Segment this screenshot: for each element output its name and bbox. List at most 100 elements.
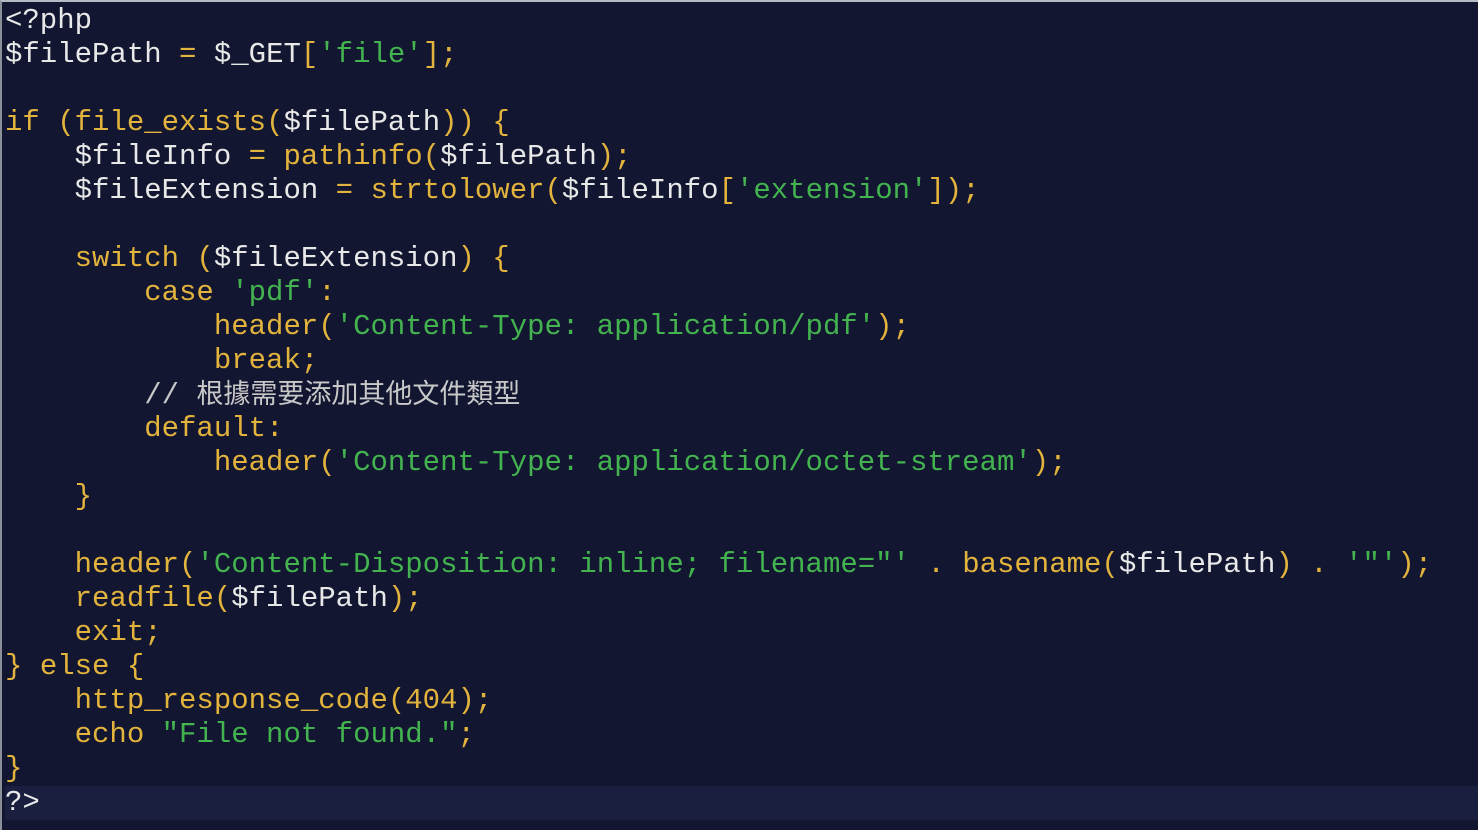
code-line[interactable]: $fileExtension = strtolower($fileInfo['e… bbox=[5, 174, 1478, 208]
code-token: $fileExtension bbox=[5, 174, 319, 207]
code-token: $filePath bbox=[231, 582, 388, 615]
code-token: ( bbox=[422, 140, 441, 173]
code-token: file_exists bbox=[74, 106, 267, 139]
code-line[interactable]: header('Content-Type: application/pdf'); bbox=[5, 310, 1478, 344]
code-token: : bbox=[266, 412, 284, 445]
code-token: ( bbox=[1101, 548, 1119, 581]
code-token: 'pdf' bbox=[231, 276, 319, 309]
code-token: ); bbox=[387, 582, 423, 615]
code-token: $filePath bbox=[5, 38, 162, 71]
code-token: ( bbox=[318, 310, 336, 343]
code-token: header bbox=[5, 446, 319, 479]
code-token: ); bbox=[875, 310, 910, 343]
code-token: [ bbox=[300, 38, 319, 71]
code-token: readfile bbox=[5, 582, 214, 615]
code-editor[interactable]: <?php $filePath = $_GET['file']; if (file… bbox=[0, 0, 1478, 830]
code-token: = bbox=[318, 174, 371, 207]
code-token: ( bbox=[318, 446, 336, 479]
code-token: $fileInfo bbox=[561, 174, 719, 207]
code-token: header bbox=[5, 548, 180, 581]
code-line[interactable]: ?> bbox=[5, 786, 1478, 820]
code-line[interactable]: echo "File not found."; bbox=[5, 718, 1478, 752]
code-token: break bbox=[5, 344, 301, 377]
code-token: )) { bbox=[440, 106, 510, 139]
code-token: "File not found." bbox=[161, 718, 458, 751]
code-token: } bbox=[5, 752, 23, 785]
code-line[interactable]: case 'pdf': bbox=[5, 276, 1478, 310]
code-token: ; bbox=[300, 344, 319, 377]
code-line[interactable] bbox=[5, 514, 1478, 548]
code-token: // bbox=[5, 379, 197, 412]
code-token: . bbox=[909, 548, 963, 581]
code-token: ) . bbox=[1275, 548, 1346, 581]
code-token: $fileExtension bbox=[213, 242, 458, 275]
code-token: ); bbox=[1397, 548, 1433, 581]
code-line[interactable]: } bbox=[5, 480, 1478, 514]
code-token: $filePath bbox=[1118, 548, 1276, 581]
code-token: $fileInfo bbox=[5, 140, 232, 173]
code-token: } bbox=[5, 650, 40, 683]
code-line[interactable]: http_response_code(404); bbox=[5, 684, 1478, 718]
code-token: ?> bbox=[5, 786, 40, 819]
code-token: ( bbox=[213, 582, 232, 615]
code-token: else bbox=[39, 650, 110, 683]
code-line[interactable]: <?php bbox=[5, 4, 1478, 38]
code-line[interactable]: header('Content-Disposition: inline; fil… bbox=[5, 548, 1478, 582]
code-line[interactable]: } else { bbox=[5, 650, 1478, 684]
code-token: ( bbox=[266, 106, 284, 139]
code-line[interactable]: header('Content-Type: application/octet-… bbox=[5, 446, 1478, 480]
code-token: 'Content-Type: application/octet-stream' bbox=[335, 446, 1032, 479]
code-token: if bbox=[5, 106, 40, 139]
code-token: strtolower bbox=[370, 174, 545, 207]
code-view[interactable]: <?php $filePath = $_GET['file']; if (file… bbox=[5, 4, 1478, 820]
code-token: $_GET bbox=[213, 38, 301, 71]
code-line[interactable]: default: bbox=[5, 412, 1478, 446]
code-token: ]); bbox=[927, 174, 980, 207]
code-token: case bbox=[5, 276, 214, 309]
code-token: http_response_code bbox=[5, 684, 388, 717]
code-token: [ bbox=[718, 174, 736, 207]
code-token: ( bbox=[179, 242, 214, 275]
code-line[interactable]: if (file_exists($filePath)) { bbox=[5, 106, 1478, 140]
code-token: ) { bbox=[457, 242, 510, 275]
code-line[interactable]: $filePath = $_GET['file']; bbox=[5, 38, 1478, 72]
code-token: 'extension' bbox=[735, 174, 928, 207]
code-line[interactable]: switch ($fileExtension) { bbox=[5, 242, 1478, 276]
code-token: ( bbox=[179, 548, 197, 581]
code-token: 'Content-Type: application/pdf' bbox=[335, 310, 876, 343]
code-token: exit bbox=[5, 616, 145, 649]
code-line[interactable]: // 根據需要添加其他文件類型 bbox=[5, 378, 1478, 412]
code-line[interactable]: } bbox=[5, 752, 1478, 786]
code-token: ); bbox=[596, 140, 632, 173]
code-token: 根據需要添加其他文件類型 bbox=[196, 379, 521, 410]
code-token: ( bbox=[544, 174, 562, 207]
code-token: basename bbox=[962, 548, 1102, 581]
code-token: ); bbox=[1031, 446, 1067, 479]
code-line[interactable]: exit; bbox=[5, 616, 1478, 650]
code-token: { bbox=[109, 650, 145, 683]
code-token: switch bbox=[5, 242, 180, 275]
code-token: ]; bbox=[422, 38, 458, 71]
code-line[interactable]: break; bbox=[5, 344, 1478, 378]
code-token: $filePath bbox=[283, 106, 441, 139]
code-token: } bbox=[5, 480, 93, 513]
code-token: header bbox=[5, 310, 319, 343]
code-token: : bbox=[318, 276, 336, 309]
code-line[interactable]: readfile($filePath); bbox=[5, 582, 1478, 616]
code-line[interactable] bbox=[5, 208, 1478, 242]
code-token: $filePath bbox=[440, 140, 597, 173]
code-token: ( bbox=[39, 106, 75, 139]
code-token: '"' bbox=[1345, 548, 1398, 581]
code-token: default bbox=[5, 412, 267, 445]
code-token: 'Content-Disposition: inline; filename="… bbox=[196, 548, 910, 581]
code-line[interactable] bbox=[5, 72, 1478, 106]
code-line[interactable]: $fileInfo = pathinfo($filePath); bbox=[5, 140, 1478, 174]
code-token: echo bbox=[5, 718, 145, 751]
code-token: = bbox=[231, 140, 284, 173]
code-token: = bbox=[161, 38, 214, 71]
code-token: ; bbox=[144, 616, 162, 649]
code-token: 'file' bbox=[318, 38, 423, 71]
code-token: ; bbox=[457, 718, 475, 751]
